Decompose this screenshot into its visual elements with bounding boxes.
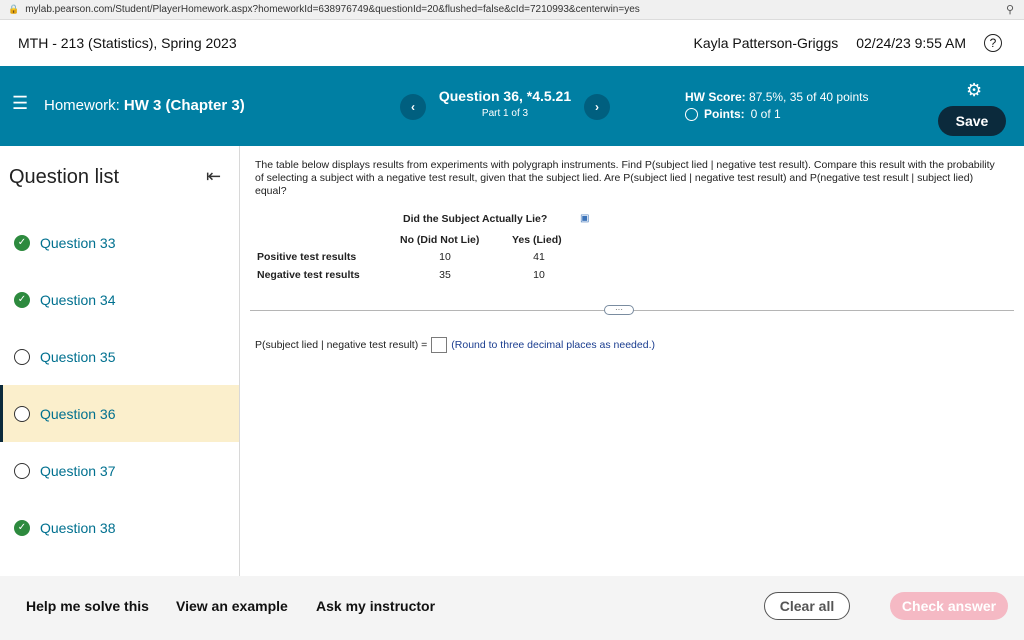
homework-name: HW 3 (Chapter 3) <box>123 97 245 114</box>
table-title: Did the Subject Actually Lie? <box>403 213 548 225</box>
table-col-header-no: No (Did Not Lie) <box>400 234 480 246</box>
help-icon[interactable]: ? <box>984 34 1002 52</box>
question-item-37[interactable]: Question 37 <box>0 442 239 499</box>
course-header: MTH - 213 (Statistics), Spring 2023 Kayl… <box>0 20 1024 66</box>
table-cell: 10 <box>533 269 545 281</box>
view-example-link[interactable]: View an example <box>176 598 288 614</box>
homework-label: Homework: <box>44 97 120 114</box>
question-list-heading: Question list <box>9 166 120 188</box>
check-icon: ✓ <box>14 519 30 536</box>
save-button[interactable]: Save <box>938 106 1006 136</box>
answer-row: P(subject lied | negative test result) =… <box>255 337 655 353</box>
url-text[interactable]: mylab.pearson.com/Student/PlayerHomework… <box>25 4 640 15</box>
question-title: Question 36, *4.5.21 <box>438 88 572 104</box>
score-panel: HW Score: 87.5%, 35 of 40 points Points:… <box>685 90 868 121</box>
question-item-38[interactable]: ✓ Question 38 <box>0 499 239 556</box>
question-item-36[interactable]: Question 36 <box>0 385 239 442</box>
question-item-34[interactable]: ✓ Question 34 <box>0 271 239 328</box>
question-area: The table below displays results from ex… <box>240 146 1024 576</box>
ask-instructor-link[interactable]: Ask my instructor <box>316 598 435 614</box>
table-cell: 35 <box>439 269 451 281</box>
browser-address-bar[interactable]: 🔒 mylab.pearson.com/Student/PlayerHomewo… <box>0 0 1024 20</box>
question-prompt: The table below displays results from ex… <box>255 159 995 197</box>
next-question-button[interactable]: › <box>584 94 610 120</box>
question-part: Part 1 of 3 <box>481 108 529 119</box>
more-options-icon[interactable]: ··· <box>604 305 634 315</box>
user-name[interactable]: Kayla Patterson-Griggs <box>694 35 839 51</box>
gear-icon[interactable]: ⚙ <box>966 80 982 101</box>
zoom-icon[interactable]: ⚲ <box>1006 3 1014 16</box>
answer-hint: (Round to three decimal places as needed… <box>451 339 655 351</box>
check-answer-button[interactable]: Check answer <box>890 592 1008 620</box>
question-info: Question 36, *4.5.21 Part 1 of 3 <box>430 88 580 119</box>
table-col-header-yes: Yes (Lied) <box>512 234 562 246</box>
table-row-label-positive: Positive test results <box>257 251 357 263</box>
check-icon: ✓ <box>14 234 30 251</box>
check-icon: ✓ <box>14 291 30 308</box>
lock-icon: 🔒 <box>8 4 20 14</box>
answer-input[interactable] <box>431 337 448 353</box>
homework-bar: ☰ Homework: HW 3 (Chapter 3) ‹ Question 3… <box>0 66 1024 146</box>
previous-question-button[interactable]: ‹ <box>400 94 426 120</box>
question-list-sidebar: Question list ⇤ ✓ Question 33 ✓ Question… <box>0 146 240 576</box>
answer-label: P(subject lied | negative test result) = <box>255 339 428 351</box>
points-circle-icon <box>685 107 698 121</box>
open-circle-icon <box>14 462 30 479</box>
help-me-solve-link[interactable]: Help me solve this <box>26 598 149 614</box>
homework-title: Homework: HW 3 (Chapter 3) <box>44 97 245 114</box>
hw-score: HW Score: 87.5%, 35 of 40 points <box>685 90 869 104</box>
course-title: MTH - 213 (Statistics), Spring 2023 <box>18 35 237 51</box>
date-time: 02/24/23 9:55 AM <box>856 35 966 51</box>
question-item-33[interactable]: ✓ Question 33 <box>0 214 239 271</box>
footer-bar: Help me solve this View an example Ask m… <box>0 576 1024 640</box>
copy-table-icon[interactable]: ▣ <box>580 213 589 224</box>
menu-icon[interactable]: ☰ <box>12 93 28 114</box>
points-row: Points: 0 of 1 <box>685 107 868 121</box>
course-header-right: Kayla Patterson-Griggs 02/24/23 9:55 AM … <box>694 20 1002 66</box>
collapse-sidebar-icon[interactable]: ⇤ <box>206 166 221 187</box>
table-cell: 41 <box>533 251 545 263</box>
question-item-35[interactable]: Question 35 <box>0 328 239 385</box>
open-circle-icon <box>14 405 30 422</box>
clear-all-button[interactable]: Clear all <box>764 592 850 620</box>
open-circle-icon <box>14 348 30 365</box>
table-row-label-negative: Negative test results <box>257 269 360 281</box>
table-cell: 10 <box>439 251 451 263</box>
